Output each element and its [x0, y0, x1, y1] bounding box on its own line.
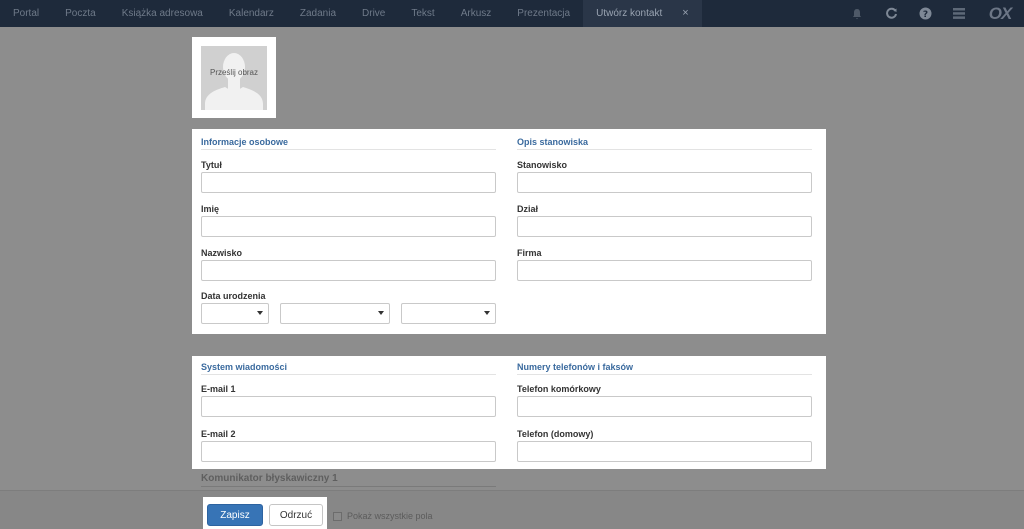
chevron-down-icon [484, 311, 490, 315]
mobile-phone-label: Telefon komórkowy [517, 384, 601, 394]
phones-rule [517, 374, 812, 375]
upload-photo[interactable]: Prześlij obraz [201, 46, 267, 110]
action-buttons-panel: Zapisz Odrzuć [203, 497, 327, 529]
department-input[interactable] [517, 216, 812, 237]
company-label: Firma [517, 248, 542, 258]
refresh-icon[interactable] [874, 0, 908, 27]
birthdate-year-select[interactable] [401, 303, 496, 324]
save-button[interactable]: Zapisz [207, 504, 263, 526]
email2-input[interactable] [201, 441, 496, 462]
bell-icon[interactable] [840, 0, 874, 27]
svg-text:?: ? [922, 10, 927, 20]
tab-calendar[interactable]: Kalendarz [216, 0, 287, 27]
email1-input[interactable] [201, 396, 496, 417]
messaging-heading: System wiadomości [201, 362, 288, 372]
birthdate-month-select[interactable] [280, 303, 390, 324]
last-name-label: Nazwisko [201, 248, 243, 258]
personal-info-rule [201, 149, 496, 150]
faded-im-label: Komunikator błyskawiczny 1 [201, 473, 338, 484]
job-rule [517, 149, 812, 150]
faded-im-input [201, 486, 496, 487]
show-all-fields[interactable]: Pokaż wszystkie pola [333, 511, 433, 521]
app-tabs: Portal Poczta Książka adresowa Kalendarz… [0, 0, 702, 27]
tab-text[interactable]: Tekst [398, 0, 447, 27]
position-input[interactable] [517, 172, 812, 193]
first-name-input[interactable] [201, 216, 496, 237]
birthdate-day-select[interactable] [201, 303, 269, 324]
chevron-down-icon [257, 311, 263, 315]
email1-label: E-mail 1 [201, 384, 236, 394]
tab-tasks[interactable]: Zadania [287, 0, 349, 27]
ox-logo: OX [988, 3, 1013, 23]
tab-create-contact-label: Utwórz kontakt [596, 8, 663, 19]
position-label: Stanowisko [517, 160, 568, 170]
top-icons: ? OX [840, 0, 1024, 27]
tab-spreadsheet[interactable]: Arkusz [448, 0, 505, 27]
home-phone-label: Telefon (domowy) [517, 429, 594, 439]
tab-presentation[interactable]: Prezentacja [504, 0, 583, 27]
menu-icon[interactable] [942, 0, 976, 27]
show-all-fields-checkbox[interactable] [333, 511, 342, 521]
help-icon[interactable]: ? [908, 0, 942, 27]
show-all-fields-label: Pokaż wszystkie pola [347, 511, 433, 521]
birthdate-label: Data urodzenia [201, 291, 266, 301]
tab-portal[interactable]: Portal [0, 0, 52, 27]
company-input[interactable] [517, 260, 812, 281]
avatar-silhouette-icon [205, 53, 263, 110]
last-name-input[interactable] [201, 260, 496, 281]
tab-mail[interactable]: Poczta [52, 0, 109, 27]
department-label: Dział [517, 204, 539, 214]
personal-job-panel: Informacje osobowe Tytuł Imię Nazwisko D… [192, 129, 826, 334]
title-input[interactable] [201, 172, 496, 193]
tab-create-contact[interactable]: Utwórz kontakt × [583, 0, 702, 27]
discard-button[interactable]: Odrzuć [269, 504, 323, 526]
phones-heading: Numery telefonów i faksów [517, 362, 634, 372]
footer-bar [0, 490, 1024, 529]
job-heading: Opis stanowiska [517, 137, 589, 147]
home-phone-input[interactable] [517, 441, 812, 462]
personal-info-heading: Informacje osobowe [201, 137, 289, 147]
top-navigation-bar: Portal Poczta Książka adresowa Kalendarz… [0, 0, 1024, 27]
photo-upload-panel: Prześlij obraz [192, 37, 276, 118]
close-tab-icon[interactable]: × [682, 0, 688, 27]
mobile-phone-input[interactable] [517, 396, 812, 417]
tab-address-book[interactable]: Książka adresowa [109, 0, 216, 27]
chevron-down-icon [378, 311, 384, 315]
title-label: Tytuł [201, 160, 222, 170]
messaging-rule [201, 374, 496, 375]
tab-drive[interactable]: Drive [349, 0, 398, 27]
upload-photo-label: Prześlij obraz [209, 68, 258, 77]
email2-label: E-mail 2 [201, 429, 236, 439]
first-name-label: Imię [201, 204, 220, 214]
messaging-phones-panel: System wiadomości E-mail 1 E-mail 2 Nume… [192, 356, 826, 469]
